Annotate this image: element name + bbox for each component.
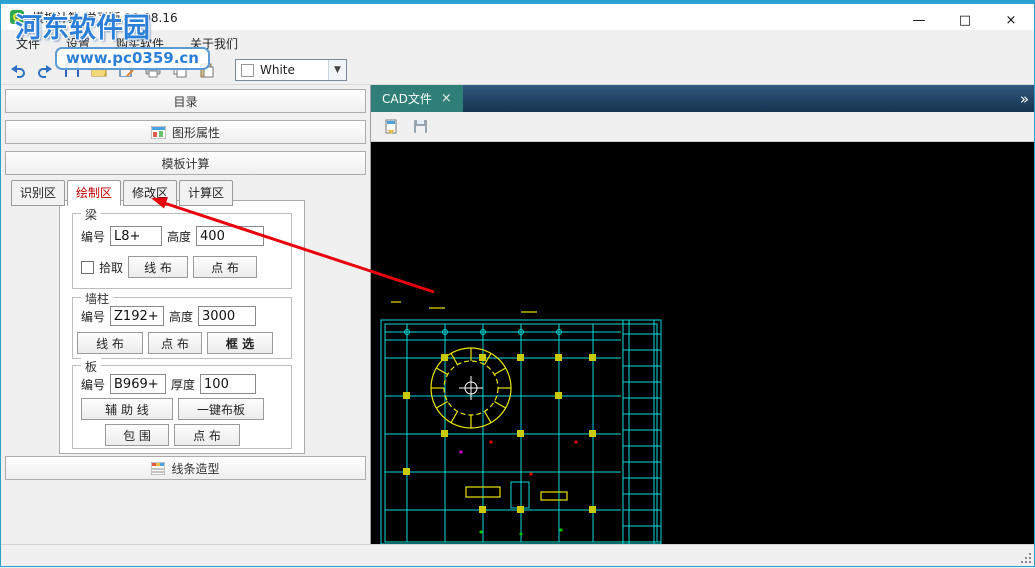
graphic-properties-icon [151,126,166,139]
open-icon[interactable] [88,59,110,81]
resize-grip[interactable] [1020,552,1032,564]
beam-height-label: 高度 [167,228,191,245]
wall-column-group: 墙柱 编号 高度 线 布 点 布 框 选 [72,297,292,359]
tab-overflow-chevron-icon[interactable]: » [1020,85,1029,112]
undo-icon[interactable] [7,59,29,81]
cad-canvas[interactable] [371,142,1034,544]
beam-line-layout-button[interactable]: 线 布 [128,256,188,278]
directory-button-label: 目录 [173,93,197,110]
menu-file[interactable]: 文件 [3,30,53,57]
slab-thickness-input[interactable] [200,374,256,394]
statusbar [1,544,1034,566]
slab-group: 板 编号 厚度 辅 助 线 一键布板 包 围 点 布 [72,365,292,449]
save-drawing-icon[interactable] [410,116,432,138]
window-title: 模板计算-学习版 18.08.16 [32,9,178,26]
beam-number-label: 编号 [81,228,105,245]
color-dropdown-value: White [260,63,295,77]
redo-icon[interactable] [34,59,56,81]
titlebar: 模板计算-学习版 18.08.16 — □ × [1,4,1034,30]
wall-box-select-button[interactable]: 框 选 [207,332,273,354]
cad-drawing [371,142,1034,544]
slab-number-label: 编号 [81,376,105,393]
template-calc-button[interactable]: 模板计算 [5,151,366,175]
document-area: CAD文件 × » [371,85,1034,544]
slab-group-title: 板 [81,358,101,375]
save-icon[interactable] [61,59,83,81]
slab-thickness-label: 厚度 [171,376,195,393]
wall-number-label: 编号 [81,308,105,325]
wall-height-label: 高度 [169,308,193,325]
graphic-properties-button[interactable]: 图形属性 [5,120,366,144]
tab-drawing[interactable]: 绘制区 [67,180,121,206]
save-as-icon[interactable] [115,59,137,81]
copy-icon[interactable] [169,59,191,81]
tab-cad-file-label: CAD文件 [382,90,432,107]
document-toolbar [371,112,1034,142]
tab-recognition[interactable]: 识别区 [11,180,65,206]
menubar: 文件 设置 购买软件 关于我们 [1,30,1034,56]
menu-about-us[interactable]: 关于我们 [177,30,251,57]
open-drawing-icon[interactable] [381,116,403,138]
paste-icon[interactable] [196,59,218,81]
tab-calculation[interactable]: 计算区 [179,180,233,206]
color-dropdown[interactable]: White ▼ [235,59,347,81]
wall-point-layout-button[interactable]: 点 布 [148,332,202,354]
app-icon [9,9,25,25]
beam-height-input[interactable] [196,226,264,246]
drawing-tab-panel: 梁 编号 高度 拾取 线 布 点 布 墙柱 编号 高度 [59,200,305,454]
beam-group: 梁 编号 高度 拾取 线 布 点 布 [72,213,292,289]
beam-group-title: 梁 [81,206,101,223]
pick-checkbox[interactable] [81,261,94,274]
beam-number-input[interactable] [110,226,162,246]
graphic-properties-label: 图形属性 [172,124,220,141]
wall-line-layout-button[interactable]: 线 布 [77,332,143,354]
directory-button[interactable]: 目录 [5,89,366,113]
mode-tabs: 识别区 绘制区 修改区 计算区 [11,180,235,206]
template-calc-label: 模板计算 [161,155,209,172]
beam-point-layout-button[interactable]: 点 布 [193,256,257,278]
chevron-down-icon: ▼ [328,60,346,80]
menu-settings[interactable]: 设置 [53,30,103,57]
main-toolbar: White ▼ [1,56,1034,85]
wall-column-group-title: 墙柱 [81,290,113,307]
left-panel: 目录 图形属性 模板计算 识别区 绘制区 修改区 计算区 梁 编号 高度 拾取 … [1,85,371,544]
slab-one-key-layout-button[interactable]: 一键布板 [178,398,264,420]
wall-height-input[interactable] [198,306,256,326]
line-style-label: 线条造型 [171,460,219,477]
line-style-button[interactable]: 线条造型 [5,456,366,480]
tab-modify[interactable]: 修改区 [123,180,177,206]
pick-checkbox-label: 拾取 [99,259,123,276]
document-tabbar: CAD文件 × » [371,85,1034,112]
tab-cad-file[interactable]: CAD文件 × [371,85,463,112]
line-style-icon [151,462,165,475]
slab-surround-button[interactable]: 包 围 [105,424,169,446]
color-swatch [241,64,254,77]
print-icon[interactable] [142,59,164,81]
tab-close-icon[interactable]: × [441,91,452,106]
wall-number-input[interactable] [110,306,164,326]
menu-buy-software[interactable]: 购买软件 [103,30,177,57]
slab-aux-line-button[interactable]: 辅 助 线 [81,398,173,420]
slab-number-input[interactable] [110,374,166,394]
slab-point-layout-button[interactable]: 点 布 [174,424,240,446]
